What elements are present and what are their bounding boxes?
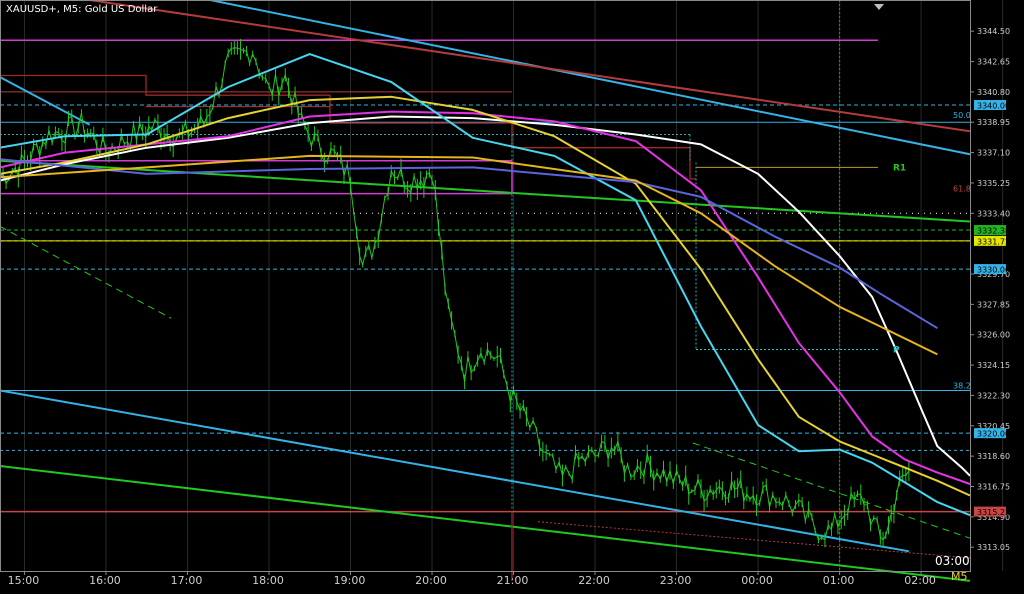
price-tick-label: 3342.65	[977, 58, 1010, 67]
time-tick-label: 01:00	[823, 574, 855, 587]
level-label: 61.8	[953, 185, 971, 194]
time-tick-label: 22:00	[578, 574, 610, 587]
time-tick-label: 02:00	[904, 574, 936, 587]
time-tick-label: 00:00	[741, 574, 773, 587]
price-tick-label: 3335.25	[977, 179, 1010, 188]
price-tag-label: 3332.38	[977, 227, 1010, 236]
level-label: P	[893, 345, 900, 355]
countdown-timer: 03:00	[935, 554, 970, 568]
price-tick-label: 3326.00	[977, 331, 1010, 340]
price-tick-label: 3318.60	[977, 452, 1010, 461]
chart-header: XAUUSD+, M5: Gold US Dollar	[6, 4, 158, 15]
price-tag-label: 3331.72	[977, 237, 1010, 246]
price-tick-label: 3324.15	[977, 361, 1010, 370]
price-tag-label: 3340.00	[977, 102, 1010, 111]
level-label: 50.0	[953, 111, 971, 120]
time-tick-label: 19:00	[334, 574, 366, 587]
price-tick-label: 3337.10	[977, 149, 1010, 158]
price-tick-label: 3338.95	[977, 118, 1010, 127]
level-label: 38.2	[953, 382, 971, 391]
price-chart[interactable]: 50.0 61.8 38.2 R1 P 3344.50 3342.65 3340.80 333…	[0, 0, 1024, 590]
price-tag-label: 3320.00	[977, 430, 1010, 439]
price-tick-label: 3340.80	[977, 88, 1010, 97]
price-tick-label: 3322.30	[977, 391, 1010, 400]
timeframe-label: M5	[951, 570, 968, 583]
price-tick-label: 3316.75	[977, 482, 1010, 491]
price-tag-label: 3315.22	[977, 508, 1010, 517]
price-tick-label: 3327.85	[977, 300, 1010, 309]
chart-window[interactable]: 50.0 61.8 38.2 R1 P 3344.50 3342.65 3340.80 333…	[0, 0, 1024, 590]
level-label: R1	[893, 163, 906, 173]
time-tick-label: 16:00	[89, 574, 121, 587]
time-tick-label: 18:00	[252, 574, 284, 587]
price-tick-label: 3344.50	[977, 27, 1010, 36]
price-tick-label: 3313.05	[977, 543, 1010, 552]
price-tag-label: 3330.00	[977, 266, 1010, 275]
time-tick-label: 23:00	[660, 574, 692, 587]
time-tick-label: 21:00	[497, 574, 529, 587]
time-tick-label: 20:00	[415, 574, 447, 587]
time-tick-label: 17:00	[171, 574, 203, 587]
price-tick-label: 3333.40	[977, 209, 1010, 218]
time-tick-label: 15:00	[8, 574, 40, 587]
